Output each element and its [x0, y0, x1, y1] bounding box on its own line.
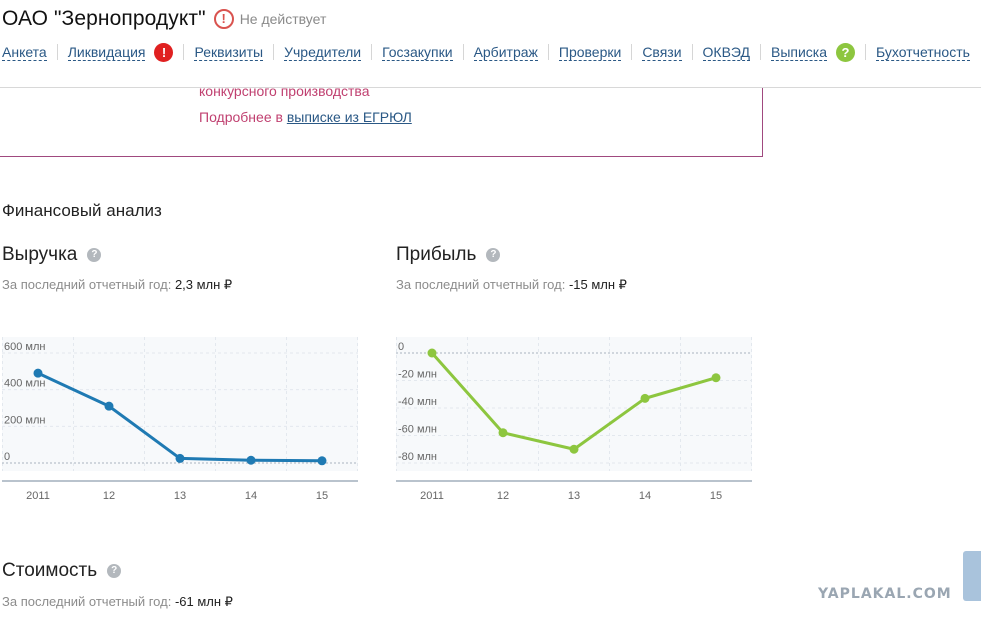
- data-point[interactable]: [498, 428, 508, 438]
- tab-founders[interactable]: Учредители: [284, 44, 362, 61]
- x-tick-label: 15: [316, 490, 328, 502]
- value-subtitle-label: За последний отчетный год:: [2, 594, 175, 609]
- revenue-subtitle-label: За последний отчетный год:: [2, 277, 175, 292]
- data-point[interactable]: [569, 444, 579, 454]
- x-tick-label: 15: [710, 490, 722, 502]
- data-point[interactable]: [640, 393, 650, 403]
- data-point[interactable]: [317, 456, 327, 466]
- tab-accounting[interactable]: Бухотчетность: [876, 44, 970, 61]
- tab-procurement[interactable]: Госзакупки: [382, 44, 453, 61]
- y-tick-label: -80 млн: [398, 451, 437, 463]
- tab-separator: [691, 44, 693, 60]
- chart-svg: 0 200 млн 400 млн 600 млн 2011 12 13 14 15: [2, 337, 358, 502]
- tab-separator: [462, 44, 464, 60]
- tab-separator: [865, 44, 867, 60]
- egrul-extract-link[interactable]: выписке из ЕГРЮЛ: [287, 109, 412, 125]
- x-tick-label: 14: [639, 490, 651, 502]
- tab-separator: [183, 44, 185, 60]
- plot-background: [2, 337, 358, 471]
- question-badge-icon: ?: [836, 42, 856, 62]
- value-title-text: Стоимость: [2, 560, 98, 581]
- help-icon[interactable]: ?: [486, 248, 501, 262]
- tab-inspections[interactable]: Проверки: [558, 44, 622, 61]
- value-subtitle-value: -61 млн ₽: [174, 594, 233, 609]
- revenue-title: Выручка ?: [2, 244, 102, 266]
- revenue-title-text: Выручка: [2, 244, 78, 265]
- y-tick-label: 0: [4, 451, 10, 463]
- help-icon[interactable]: ?: [107, 564, 122, 578]
- x-tick-label: 13: [174, 490, 186, 502]
- revenue-chart: 0 200 млн 400 млн 600 млн 2011 12 13 14 15: [2, 337, 358, 503]
- profit-subtitle: За последний отчетный год: -15 млн ₽: [396, 277, 627, 293]
- chart-svg: 0 -20 млн -40 млн -60 млн -80 млн 2011 12 13 14 1…: [396, 337, 752, 502]
- tab-arbitration[interactable]: Арбитраж: [473, 44, 538, 61]
- section-title: Финансовый анализ: [2, 201, 162, 220]
- data-point[interactable]: [246, 455, 256, 465]
- tab-separator: [631, 44, 633, 60]
- tab-anketa[interactable]: Анкета: [2, 44, 47, 61]
- y-tick-label: 400 млн: [4, 378, 45, 390]
- x-tick-label: 13: [568, 490, 580, 502]
- tabs-nav: Анкета Ликвидация ! Реквизиты Учредители…: [2, 42, 970, 62]
- data-point[interactable]: [175, 453, 185, 463]
- tab-liquidation[interactable]: Ликвидация: [67, 44, 146, 61]
- tab-separator: [56, 44, 58, 60]
- help-icon[interactable]: ?: [87, 248, 102, 262]
- profit-subtitle-value: -15 млн ₽: [568, 277, 627, 292]
- status-text: Не действует: [239, 11, 327, 27]
- x-tick-label: 2011: [26, 490, 50, 502]
- watermark: YAPLAKAL.COM: [818, 586, 952, 602]
- tab-separator: [760, 44, 761, 60]
- revenue-subtitle-value: 2,3 млн ₽: [174, 277, 233, 292]
- data-point[interactable]: [104, 401, 114, 411]
- alert-badge-icon: !: [154, 42, 174, 62]
- tab-okved[interactable]: ОКВЭД: [702, 44, 750, 61]
- warning-icon: !: [213, 9, 234, 29]
- tab-links[interactable]: Связи: [642, 44, 682, 61]
- tab-separator: [547, 44, 549, 60]
- x-tick-label: 14: [245, 490, 257, 502]
- x-tick-label: 2011: [420, 490, 444, 502]
- profit-chart: 0 -20 млн -40 млн -60 млн -80 млн 2011 12 13 14 1…: [396, 337, 752, 503]
- notice-text: конкурсного производства: [199, 83, 370, 99]
- data-point[interactable]: [711, 373, 721, 383]
- notice-more: Подробнее в выписке из ЕГРЮЛ: [199, 109, 412, 125]
- y-tick-label: -40 млн: [398, 396, 437, 408]
- revenue-subtitle: За последний отчетный год: 2,3 млн ₽: [2, 277, 232, 293]
- value-subtitle: За последний отчетный год: -61 млн ₽: [2, 594, 233, 610]
- y-tick-label: 600 млн: [4, 341, 45, 353]
- tab-extract[interactable]: Выписка: [771, 44, 828, 61]
- y-tick-label: -60 млн: [398, 424, 437, 436]
- notice-more-prefix: Подробнее в: [199, 109, 287, 125]
- company-name: ОАО "Зернопродукт": [2, 7, 206, 30]
- x-tick-label: 12: [103, 490, 115, 502]
- value-title: Стоимость ?: [2, 560, 122, 582]
- profit-subtitle-label: За последний отчетный год:: [396, 277, 569, 292]
- data-point[interactable]: [33, 368, 43, 378]
- profit-title-text: Прибыль: [396, 244, 477, 265]
- y-tick-label: 0: [398, 341, 404, 353]
- tab-separator: [371, 44, 373, 60]
- side-feedback-tab[interactable]: [963, 551, 981, 601]
- y-tick-label: -20 млн: [398, 369, 437, 381]
- y-tick-label: 200 млн: [4, 414, 45, 426]
- profit-title: Прибыль ?: [396, 244, 501, 266]
- company-header: ОАО "Зернопродукт" ! Не действует: [2, 4, 326, 34]
- x-tick-label: 12: [497, 490, 509, 502]
- tab-separator: [273, 44, 275, 60]
- tab-requisites[interactable]: Реквизиты: [194, 44, 264, 61]
- data-point[interactable]: [427, 348, 437, 358]
